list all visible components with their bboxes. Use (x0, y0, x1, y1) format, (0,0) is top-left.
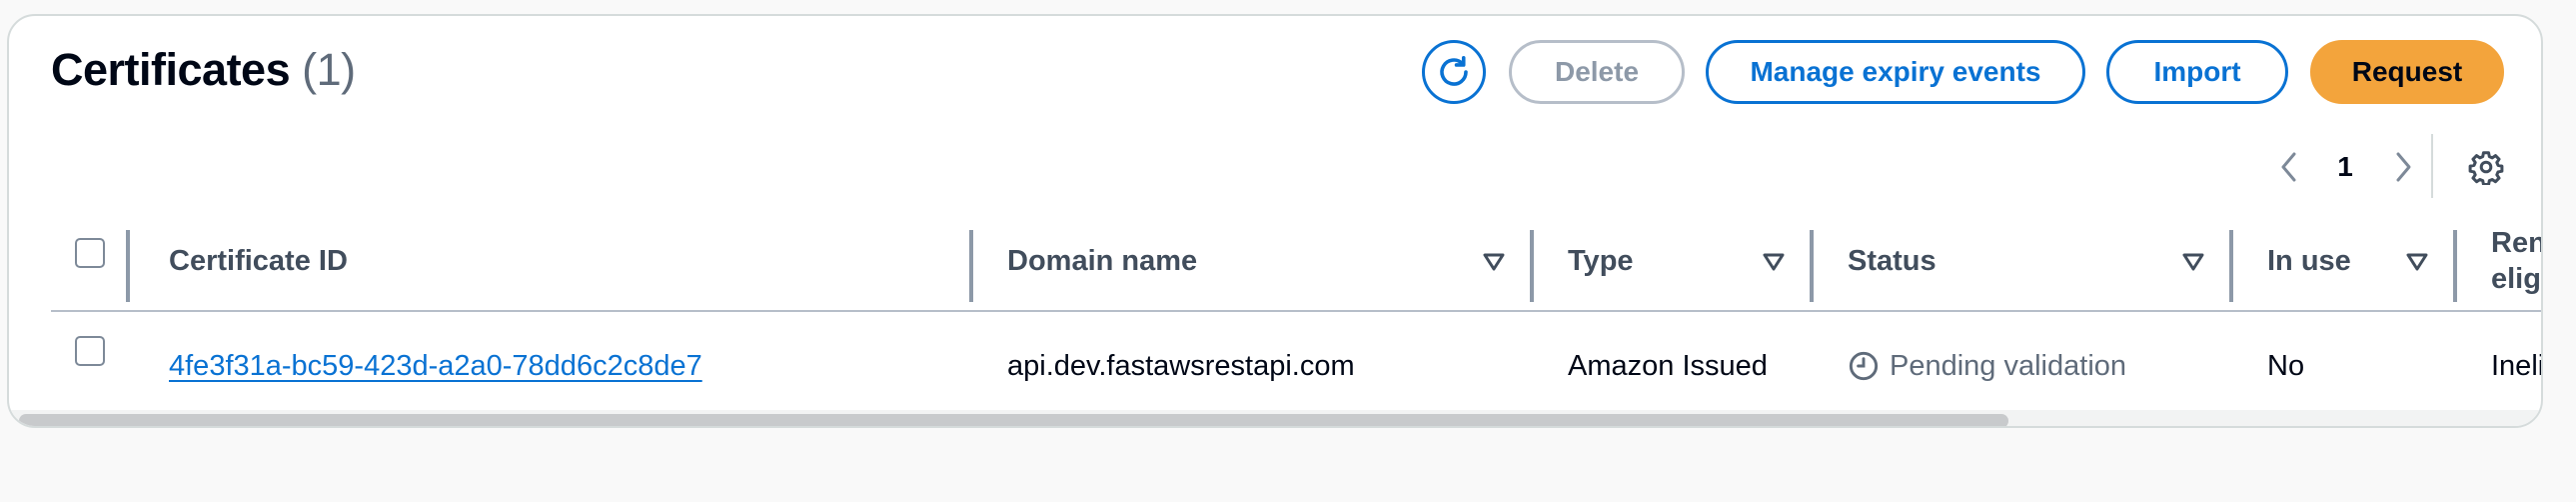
page-title: Certificates (1) (51, 44, 356, 96)
status-cell: Pending validation (1848, 334, 2126, 398)
delete-button[interactable]: Delete (1509, 40, 1685, 104)
in-use-cell: No (2267, 349, 2305, 382)
request-button[interactable]: Request (2310, 40, 2504, 104)
sort-icon[interactable] (2405, 250, 2429, 274)
scrollbar-thumb[interactable] (19, 414, 2008, 426)
column-divider (1810, 230, 1814, 302)
sort-icon[interactable] (2181, 250, 2205, 274)
column-divider (2453, 230, 2457, 302)
sort-icon[interactable] (1482, 250, 1506, 274)
column-divider (969, 230, 973, 302)
chevron-right-icon (2396, 152, 2411, 182)
column-header-renewal-eligibility[interactable]: Renewal eligibility (2491, 216, 2541, 306)
type-cell: Amazon Issued (1568, 349, 1768, 382)
manage-expiry-events-button[interactable]: Manage expiry events (1706, 40, 2085, 104)
pagination-divider (2431, 134, 2433, 198)
import-button[interactable]: Import (2106, 40, 2288, 104)
column-header-certificate-id[interactable]: Certificate ID (169, 216, 348, 306)
next-page-button[interactable] (2383, 142, 2423, 192)
column-divider (1530, 230, 1534, 302)
refresh-icon (1440, 55, 1468, 86)
status-text: Pending validation (1890, 349, 2127, 382)
row-checkbox[interactable] (75, 336, 105, 366)
column-header-domain-name[interactable]: Domain name (1007, 216, 1197, 306)
select-all-checkbox[interactable] (75, 238, 105, 268)
renewal-eligibility-cell: Ineligible (2491, 349, 2543, 382)
refresh-button[interactable] (1422, 40, 1486, 104)
column-header-in-use[interactable]: In use (2267, 216, 2351, 306)
gear-icon (2468, 151, 2504, 185)
column-header-status[interactable]: Status (1848, 216, 1936, 306)
domain-name-cell: api.dev.fastawsrestapi.com (1007, 349, 1355, 382)
preferences-button[interactable] (2461, 142, 2511, 192)
column-divider (126, 230, 130, 302)
certificate-count: (1) (302, 44, 356, 95)
clock-icon (1849, 351, 1879, 381)
sort-icon[interactable] (1762, 250, 1786, 274)
title-text: Certificates (51, 44, 291, 95)
previous-page-button[interactable] (2269, 142, 2309, 192)
column-header-type[interactable]: Type (1568, 216, 1634, 306)
column-divider (2229, 230, 2233, 302)
current-page-number[interactable]: 1 (2325, 142, 2365, 192)
header-divider (51, 310, 2541, 312)
certificate-id-link[interactable]: 4fe3f31a-bc59-423d-a2a0-78dd6c2c8de7 (169, 350, 702, 383)
chevron-left-icon (2281, 152, 2296, 182)
certificates-panel: Certificates (1) Delete Manage expiry ev… (7, 14, 2543, 428)
